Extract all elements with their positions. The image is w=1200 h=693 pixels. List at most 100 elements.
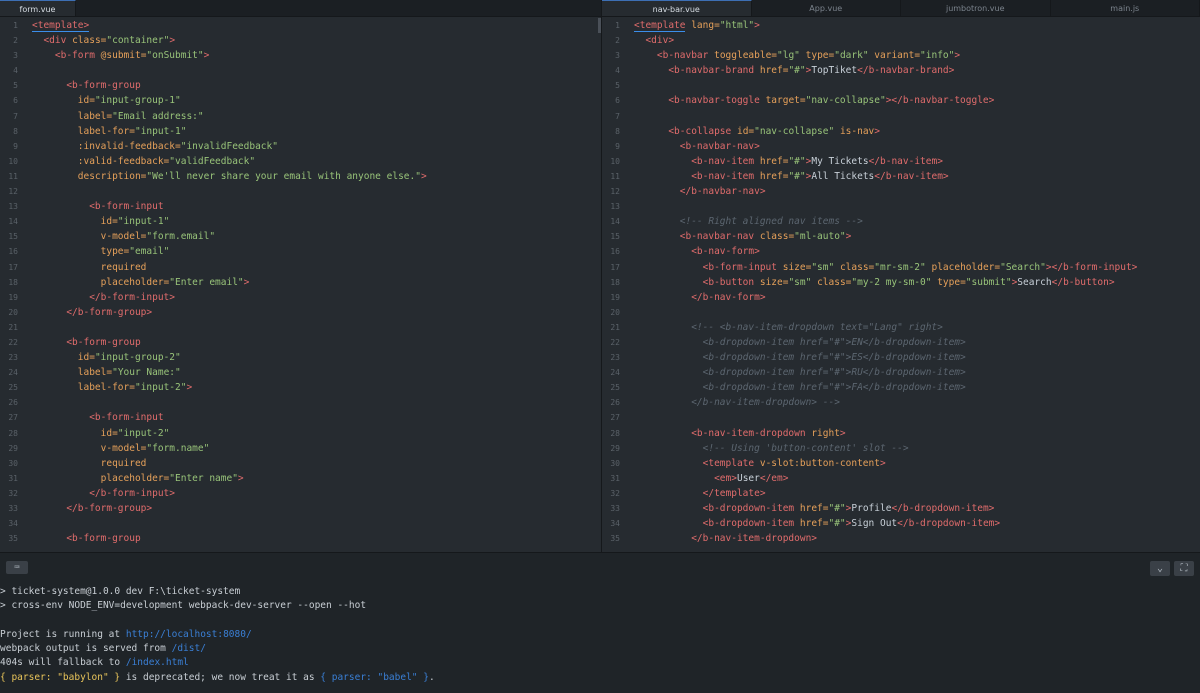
code-line[interactable]: 21 bbox=[0, 320, 601, 335]
code-line[interactable]: 24 <b-dropdown-item href="#">RU</b-dropd… bbox=[602, 365, 1200, 380]
code-line[interactable]: 16 <b-nav-form> bbox=[602, 244, 1200, 259]
tab-form-vue[interactable]: form.vue bbox=[0, 0, 76, 16]
code-line[interactable]: 21 <!-- <b-nav-item-dropdown text="Lang"… bbox=[602, 320, 1200, 335]
code-line[interactable]: 6 id="input-group-1" bbox=[0, 93, 601, 108]
maximize-icon[interactable]: ⛶ bbox=[1174, 561, 1194, 576]
code-line[interactable]: 22 <b-form-group bbox=[0, 335, 601, 350]
code-line[interactable]: 29 <!-- Using 'button-content' slot --> bbox=[602, 441, 1200, 456]
code-line[interactable]: 4 <b-navbar-brand href="#">TopTiket</b-n… bbox=[602, 63, 1200, 78]
line-text: </b-nav-item-dropdown> bbox=[691, 533, 818, 545]
code-line[interactable]: 10 <b-nav-item href="#">My Tickets</b-na… bbox=[602, 154, 1200, 169]
code-line[interactable]: 33 <b-dropdown-item href="#">Profile</b-… bbox=[602, 501, 1200, 516]
code-line[interactable]: 34 bbox=[0, 516, 601, 531]
line-text: <b-collapse id="nav-collapse" is-nav> bbox=[668, 125, 880, 137]
code-line[interactable]: 14 <!-- Right aligned nav items --> bbox=[602, 214, 1200, 229]
chevron-down-icon[interactable]: ⌄ bbox=[1150, 561, 1170, 576]
code-line[interactable]: 10 :valid-feedback="validFeedback" bbox=[0, 154, 601, 169]
code-line[interactable]: 20 bbox=[602, 305, 1200, 320]
code-line[interactable]: 34 <b-dropdown-item href="#">Sign Out</b… bbox=[602, 516, 1200, 531]
code-line[interactable]: 9 <b-navbar-nav> bbox=[602, 139, 1200, 154]
line-number: 2 bbox=[13, 36, 18, 46]
line-number: 20 bbox=[610, 307, 620, 317]
code-line[interactable]: 22 <b-dropdown-item href="#">EN</b-dropd… bbox=[602, 335, 1200, 350]
code-line[interactable]: 29 v-model="form.name" bbox=[0, 441, 601, 456]
code-line[interactable]: 11 <b-nav-item href="#">All Tickets</b-n… bbox=[602, 169, 1200, 184]
code-line[interactable]: 23 id="input-group-2" bbox=[0, 350, 601, 365]
line-number: 25 bbox=[8, 383, 18, 393]
line-number: 8 bbox=[13, 126, 18, 136]
left-code-view[interactable]: 1 <template> 2 <div class="container"> 3 <b… bbox=[0, 18, 601, 552]
line-number: 23 bbox=[610, 353, 620, 363]
code-line[interactable]: 27 <b-form-input bbox=[0, 410, 601, 425]
code-line[interactable]: 18 <b-button size="sm" class="my-2 my-sm… bbox=[602, 275, 1200, 290]
code-line[interactable]: 8 label-for="input-1" bbox=[0, 124, 601, 139]
code-line[interactable]: 20 </b-form-group> bbox=[0, 305, 601, 320]
code-line[interactable]: 26 bbox=[0, 395, 601, 410]
code-line[interactable]: 30 required bbox=[0, 456, 601, 471]
line-number: 5 bbox=[13, 81, 18, 91]
line-text: </b-nav-item-dropdown> --> bbox=[691, 397, 840, 409]
code-line[interactable]: 30 <template v-slot:button-content> bbox=[602, 456, 1200, 471]
line-number: 13 bbox=[8, 202, 18, 212]
code-line[interactable]: 13 bbox=[602, 199, 1200, 214]
code-line[interactable]: 25 <b-dropdown-item href="#">FA</b-dropd… bbox=[602, 380, 1200, 395]
code-line[interactable]: 27 bbox=[602, 410, 1200, 425]
code-line[interactable]: 14 id="input-1" bbox=[0, 214, 601, 229]
code-line[interactable]: 23 <b-dropdown-item href="#">ES</b-dropd… bbox=[602, 350, 1200, 365]
keyboard-icon[interactable]: ⌨ bbox=[6, 561, 28, 574]
tab-app-vue[interactable]: App.vue bbox=[752, 0, 901, 16]
line-text: <em>User</em> bbox=[714, 472, 789, 484]
code-line[interactable]: 9 :invalid-feedback="invalidFeedback" bbox=[0, 139, 601, 154]
code-line[interactable]: 1 <template lang="html"> bbox=[602, 18, 1200, 33]
code-line[interactable]: 15 v-model="form.email" bbox=[0, 229, 601, 244]
code-line[interactable]: 2 <div class="container"> bbox=[0, 33, 601, 48]
code-line[interactable]: 28 <b-nav-item-dropdown right> bbox=[602, 426, 1200, 441]
code-line[interactable]: 19 </b-form-input> bbox=[0, 290, 601, 305]
code-line[interactable]: 33 </b-form-group> bbox=[0, 501, 601, 516]
code-line[interactable]: 2 <div> bbox=[602, 33, 1200, 48]
code-line[interactable]: 26 </b-nav-item-dropdown> --> bbox=[602, 395, 1200, 410]
code-line[interactable]: 6 <b-navbar-toggle target="nav-collapse"… bbox=[602, 93, 1200, 108]
code-line[interactable]: 16 type="email" bbox=[0, 244, 601, 259]
code-line[interactable]: 7 label="Email address:" bbox=[0, 109, 601, 124]
code-line[interactable]: 15 <b-navbar-nav class="ml-auto"> bbox=[602, 229, 1200, 244]
code-line[interactable]: 3 <b-form @submit="onSubmit"> bbox=[0, 48, 601, 63]
line-text: <b-nav-item href="#">My Tickets</b-nav-i… bbox=[691, 155, 943, 167]
code-line[interactable]: 25 label-for="input-2"> bbox=[0, 380, 601, 395]
tab-nav-bar-vue[interactable]: nav-bar.vue bbox=[602, 0, 752, 16]
code-line[interactable]: 18 placeholder="Enter email"> bbox=[0, 275, 601, 290]
terminal-panel[interactable]: ⌨ ⌄ ⛶ > ticket-system@1.0.0 dev F:\ticke… bbox=[0, 552, 1200, 693]
right-editor-pane[interactable]: nav-bar.vue App.vue jumbotron.vue main.js 1… bbox=[601, 0, 1200, 552]
code-line[interactable]: 17 <b-form-input size="sm" class="mr-sm-… bbox=[602, 260, 1200, 275]
code-line[interactable]: 35 </b-nav-item-dropdown> bbox=[602, 531, 1200, 546]
code-line[interactable]: 12 </b-navbar-nav> bbox=[602, 184, 1200, 199]
line-text bbox=[24, 395, 32, 410]
tab-main-js[interactable]: main.js bbox=[1051, 0, 1200, 16]
line-text: <template v-slot:button-content> bbox=[702, 457, 886, 469]
tab-jumbotron-vue[interactable]: jumbotron.vue bbox=[901, 0, 1051, 16]
right-code-view[interactable]: 1 <template lang="html"> 2 <div> 3 <b-navba… bbox=[602, 18, 1200, 552]
code-line[interactable]: 5 <b-form-group bbox=[0, 78, 601, 93]
code-line[interactable]: 24 label="Your Name:" bbox=[0, 365, 601, 380]
code-line[interactable]: 12 bbox=[0, 184, 601, 199]
code-line[interactable]: 13 <b-form-input bbox=[0, 199, 601, 214]
code-line[interactable]: 31 <em>User</em> bbox=[602, 471, 1200, 486]
line-text: <b-dropdown-item href="#">ES</b-dropdown… bbox=[702, 352, 966, 364]
code-line[interactable]: 11 description="We'll never share your e… bbox=[0, 169, 601, 184]
code-line[interactable]: 28 id="input-2" bbox=[0, 426, 601, 441]
code-line[interactable]: 32 </template> bbox=[602, 486, 1200, 501]
code-line[interactable]: 32 </b-form-input> bbox=[0, 486, 601, 501]
line-text bbox=[626, 410, 634, 425]
left-editor-pane[interactable]: form.vue 1 <template> 2 <div class="contai… bbox=[0, 0, 601, 552]
code-line[interactable]: 7 bbox=[602, 109, 1200, 124]
code-line[interactable]: 35 <b-form-group bbox=[0, 531, 601, 546]
line-number: 7 bbox=[13, 111, 18, 121]
code-line[interactable]: 3 <b-navbar toggleable="lg" type="dark" … bbox=[602, 48, 1200, 63]
code-line[interactable]: 8 <b-collapse id="nav-collapse" is-nav> bbox=[602, 124, 1200, 139]
code-line[interactable]: 17 required bbox=[0, 260, 601, 275]
code-line[interactable]: 1 <template> bbox=[0, 18, 601, 33]
code-line[interactable]: 5 bbox=[602, 78, 1200, 93]
code-line[interactable]: 31 placeholder="Enter name"> bbox=[0, 471, 601, 486]
code-line[interactable]: 19 </b-nav-form> bbox=[602, 290, 1200, 305]
code-line[interactable]: 4 bbox=[0, 63, 601, 78]
